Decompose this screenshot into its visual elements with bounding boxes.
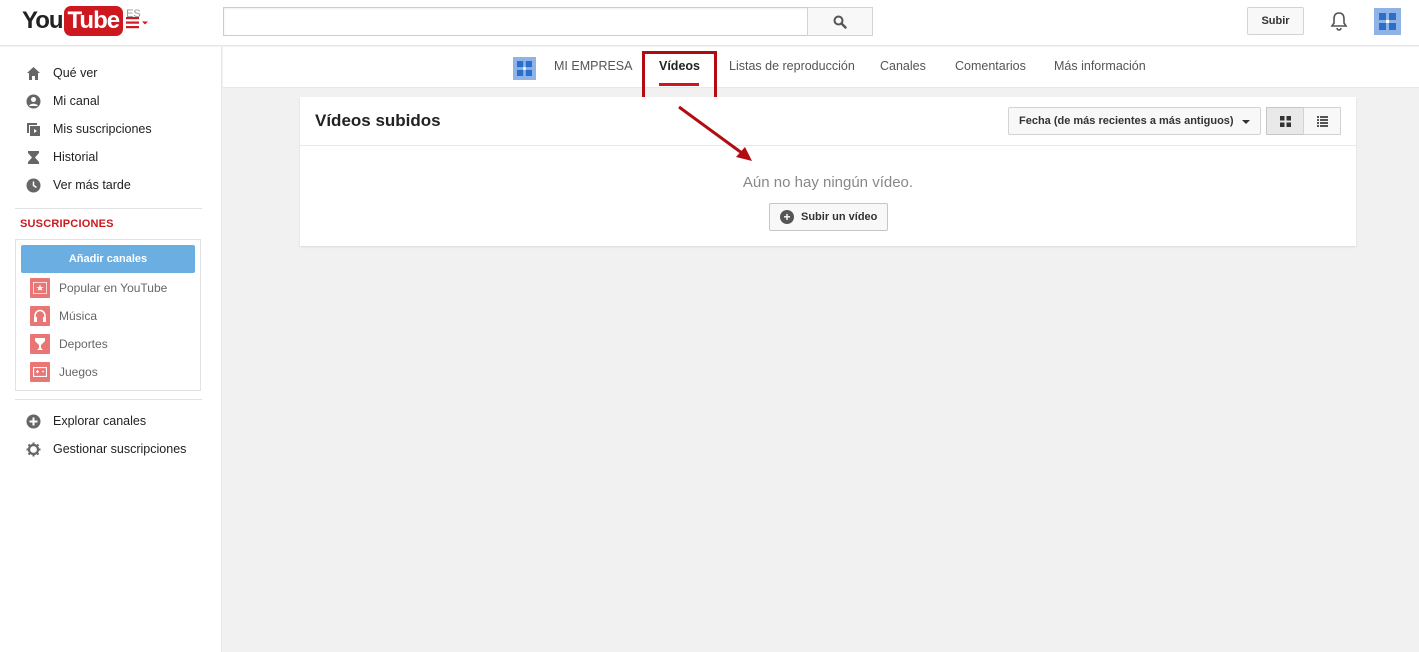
tab-discussion[interactable]: Comentarios <box>955 59 1026 73</box>
empty-state-message: Aún no hay ningún vídeo. <box>742 174 914 191</box>
sidebar-item-label: Historial <box>53 150 99 164</box>
sidebar-item-watch-later[interactable]: Ver más tarde <box>0 171 222 199</box>
guide-sidebar: Qué ver Mi canal Mis suscripciones Histo… <box>0 47 222 652</box>
list-icon <box>1316 115 1328 127</box>
hourglass-icon <box>28 151 39 164</box>
account-avatar[interactable] <box>1374 8 1401 35</box>
search-icon <box>833 15 847 29</box>
subscription-label: Juegos <box>59 365 98 379</box>
subscription-item-popular[interactable]: Popular en YouTube <box>16 276 200 300</box>
notifications-button[interactable] <box>1328 10 1350 32</box>
upload-video-label: Subir un vídeo <box>801 211 878 223</box>
subscription-item-games[interactable]: Juegos <box>16 360 200 384</box>
subscriptions-box: Añadir canales Popular en YouTube Música… <box>15 239 201 391</box>
trophy-icon <box>30 334 50 354</box>
sort-dropdown[interactable]: Fecha (de más recientes a más antiguos) <box>1008 107 1261 135</box>
uploads-card: Vídeos subidos Fecha (de más recientes a… <box>300 97 1356 246</box>
tab-about[interactable]: Más información <box>1054 59 1146 73</box>
uploads-title: Vídeos subidos <box>315 111 441 130</box>
guide-menu-button[interactable] <box>124 15 152 31</box>
home-icon <box>27 67 40 80</box>
sidebar-item-my-subscriptions[interactable]: Mis suscripciones <box>0 115 222 143</box>
plus-circle-icon <box>26 414 41 429</box>
list-view-button[interactable] <box>1303 107 1341 135</box>
tab-channels[interactable]: Canales <box>880 59 926 73</box>
hamburger-icon <box>126 17 148 29</box>
sidebar-item-label: Ver más tarde <box>53 178 131 192</box>
active-tab-indicator <box>659 83 699 86</box>
sidebar-item-label: Mis suscripciones <box>53 122 152 136</box>
bell-icon <box>1330 12 1348 31</box>
channel-navigation: MI EMPRESA Vídeos Listas de reproducción… <box>223 47 1419 88</box>
search-box <box>223 7 808 36</box>
subscription-item-sports[interactable]: Deportes <box>16 332 200 356</box>
upload-video-button[interactable]: + Subir un vídeo <box>769 203 888 231</box>
tab-videos[interactable]: Vídeos <box>659 59 700 73</box>
masthead: You Tube ES Subir <box>0 0 1419 46</box>
search-input[interactable] <box>224 8 808 35</box>
sidebar-item-label: Qué ver <box>53 66 98 80</box>
search-button[interactable] <box>807 7 873 36</box>
sidebar-item-browse-channels[interactable]: Explorar canales <box>0 407 222 435</box>
sidebar-item-label: Explorar canales <box>53 414 147 428</box>
sidebar-item-label: Gestionar suscripciones <box>53 442 187 456</box>
headphones-icon <box>30 306 50 326</box>
tab-playlists[interactable]: Listas de reproducción <box>729 59 855 73</box>
subscription-label: Música <box>59 309 98 323</box>
tab-home[interactable]: MI EMPRESA <box>554 59 633 73</box>
subscriptions-heading: SUSCRIPCIONES <box>20 218 114 230</box>
upload-button[interactable]: Subir <box>1247 7 1304 35</box>
sidebar-item-history[interactable]: Historial <box>0 143 222 171</box>
plus-circle-icon: + <box>780 210 794 224</box>
gear-icon <box>26 442 41 457</box>
avatar-icon <box>1379 13 1396 30</box>
grid-view-button[interactable] <box>1266 107 1304 135</box>
sort-label: Fecha (de más recientes a más antiguos) <box>1019 115 1234 127</box>
sidebar-item-my-channel[interactable]: Mi canal <box>0 87 222 115</box>
channel-thumbnail[interactable] <box>513 57 536 80</box>
channel-avatar-icon <box>517 61 532 76</box>
sidebar-item-manage-subscriptions[interactable]: Gestionar suscripciones <box>0 435 222 463</box>
chevron-down-icon <box>1242 120 1250 124</box>
subscriptions-icon <box>27 123 40 136</box>
logo-you-text: You <box>22 7 64 34</box>
subscription-label: Deportes <box>59 337 108 351</box>
gamepad-icon <box>30 362 50 382</box>
add-channels-button[interactable]: Añadir canales <box>21 245 195 273</box>
user-icon <box>26 94 41 109</box>
sidebar-item-what-to-watch[interactable]: Qué ver <box>0 59 222 87</box>
card-divider <box>300 145 1356 146</box>
sidebar-divider <box>15 399 202 400</box>
sidebar-divider <box>15 208 202 209</box>
sidebar-item-label: Mi canal <box>53 94 100 108</box>
youtube-logo[interactable]: You Tube ES <box>22 6 141 36</box>
logo-tube-text: Tube <box>63 6 124 36</box>
subscription-item-music[interactable]: Música <box>16 304 200 328</box>
clock-icon <box>26 178 41 193</box>
star-icon <box>30 278 50 298</box>
subscription-label: Popular en YouTube <box>59 281 168 295</box>
grid-icon <box>1279 115 1291 127</box>
